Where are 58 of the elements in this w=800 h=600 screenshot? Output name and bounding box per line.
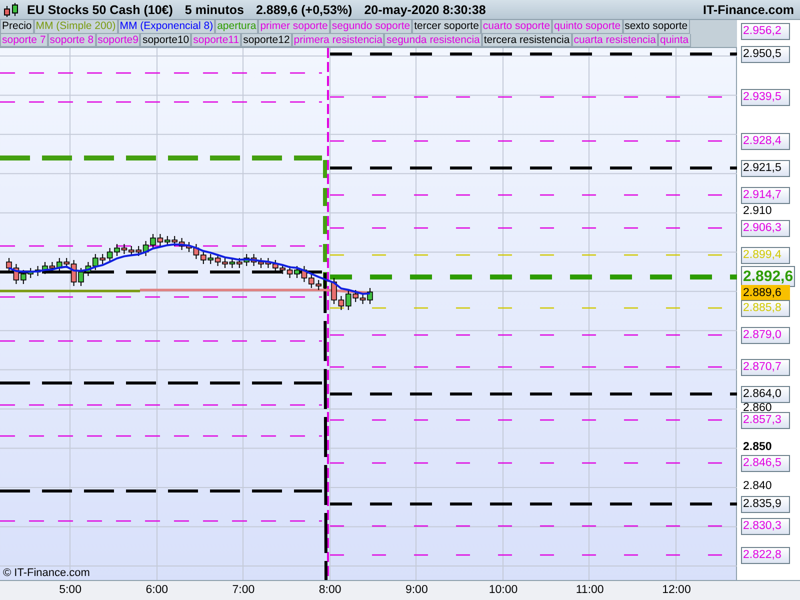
time-label: 8:00: [318, 583, 342, 598]
legend-item[interactable]: soporte10: [140, 34, 192, 47]
time-label: 9:00: [404, 583, 429, 598]
price-label: 2.906,3: [741, 220, 790, 237]
price-label: 2.892,6: [741, 266, 796, 287]
legend-item[interactable]: tercera resistencia: [482, 34, 572, 47]
legend-item[interactable]: cuarto soporte: [480, 20, 552, 34]
price-label: 2.864,0: [741, 386, 790, 403]
time-label: 7:00: [231, 583, 256, 598]
price-change: 2.889,6 (+0,53%): [256, 2, 352, 16]
date-time: 20-may-2020 8:30:38: [364, 2, 486, 16]
copyright-label: © IT-Finance.com: [3, 567, 90, 579]
legend-item[interactable]: soporte12: [241, 34, 292, 47]
price-label: 2.914,7: [741, 187, 790, 204]
price-label: 2.846,5: [741, 455, 790, 472]
interval-label: 5 minutos: [184, 2, 244, 16]
price-label: 2.850: [743, 440, 772, 455]
time-label: 11:00: [574, 583, 605, 598]
legend-item[interactable]: segunda resistencia: [384, 34, 482, 47]
candlestick-icon: [3, 2, 21, 18]
legend-item[interactable]: apertura: [215, 20, 258, 34]
legend-item[interactable]: soporte9: [96, 34, 140, 47]
legend-item[interactable]: soporte 8: [48, 34, 96, 47]
legend-item[interactable]: cuarta resistencia: [572, 34, 658, 47]
price-label: 2.860: [743, 401, 772, 415]
legend-item[interactable]: soporte11: [191, 34, 242, 47]
legend-item[interactable]: MM (Exponencial 8): [118, 20, 216, 34]
time-label: 6:00: [144, 583, 170, 598]
legend-item[interactable]: MM (Simple 200): [34, 20, 118, 34]
price-label: 2.928,4: [741, 133, 790, 150]
legend-item[interactable]: quinto soporte: [552, 20, 623, 34]
time-label: 5:00: [58, 583, 82, 598]
price-label: 2.885,8: [741, 300, 790, 317]
legend-item[interactable]: segundo soporte: [330, 20, 412, 34]
price-label: 2.835,9: [741, 496, 790, 513]
legend-item[interactable]: tercer soporte: [412, 20, 481, 34]
price-label: 2.870,7: [741, 359, 790, 376]
price-label: 2.956,2: [741, 23, 790, 40]
instrument-title: EU Stocks 50 Cash (10€): [27, 2, 173, 16]
legend-item[interactable]: primera resistencia: [292, 34, 384, 47]
time-label: 12:00: [661, 583, 692, 598]
price-label: 2.899,4: [741, 247, 790, 264]
legend-item[interactable]: soporte 7: [0, 34, 48, 47]
price-label: 2.857,3: [741, 412, 790, 429]
legend-item[interactable]: primer soporte: [258, 20, 330, 34]
brand-label: IT-Finance.com: [703, 2, 794, 16]
price-label: 2.840: [743, 479, 772, 494]
price-label: 2.822,8: [741, 547, 790, 564]
price-label: 2.950,5: [741, 46, 790, 63]
price-label: 2.910: [743, 204, 772, 219]
price-label: 2.939,5: [741, 89, 790, 106]
price-label: 2.921,5: [741, 160, 790, 177]
legend-item[interactable]: Precio: [0, 20, 34, 34]
legend-item[interactable]: sexto soporte: [622, 20, 690, 34]
price-label: 2.830,3: [741, 518, 790, 535]
time-label: 10:00: [488, 583, 519, 598]
legend-item[interactable]: quinta: [658, 34, 691, 47]
price-label: 2.879,0: [741, 327, 790, 344]
